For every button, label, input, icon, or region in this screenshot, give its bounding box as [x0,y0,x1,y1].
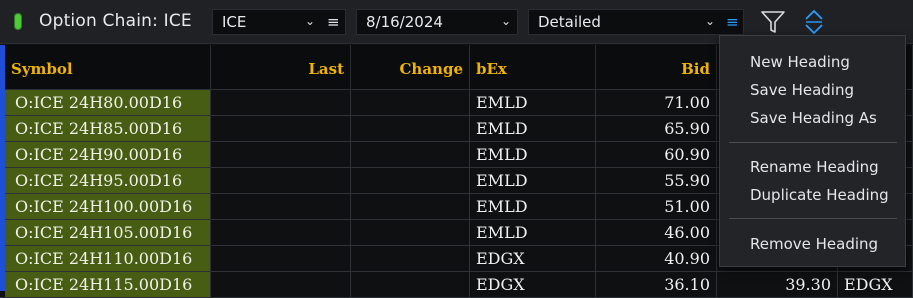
cell-symbol: O:ICE 24H85.00D16 [5,116,211,141]
cell-bid: 55.90 [596,168,717,193]
table-row[interactable]: O:ICE 24H115.00D16 EDGX 36.10 39.30 EDGX [0,272,913,298]
menu-item-remove-heading[interactable]: Remove Heading [750,235,878,253]
cell-bex: EMLD [470,220,596,245]
cell-change [351,194,470,219]
cell-last [211,272,351,297]
menu-divider [729,218,897,219]
cell-last [211,194,351,219]
heading-context-menu: New Heading Save Heading Save Heading As… [719,35,906,267]
cell-bex: EMLD [470,194,596,219]
cell-symbol: O:ICE 24H110.00D16 [5,246,211,271]
cell-bex: EDGX [470,272,596,297]
cell-bex: EDGX [470,246,596,271]
cell-ask: 39.30 [717,272,838,297]
cell-change [351,220,470,245]
menu-item-rename-heading[interactable]: Rename Heading [750,158,879,176]
menu-item-new-heading[interactable]: New Heading [750,53,850,71]
cell-symbol: O:ICE 24H95.00D16 [5,168,211,193]
cell-symbol: O:ICE 24H115.00D16 [5,272,211,297]
menu-lines-icon[interactable]: ≡ [327,13,340,31]
column-header-bex[interactable]: bEx [470,45,596,90]
cell-symbol: O:ICE 24H90.00D16 [5,142,211,167]
heading-menu-icon[interactable]: ≡ [726,13,739,31]
cell-bid: 36.10 [596,272,717,297]
cell-symbol: O:ICE 24H105.00D16 [5,220,211,245]
cell-last [211,168,351,193]
cell-change [351,246,470,271]
cell-symbol: O:ICE 24H80.00D16 [5,90,211,115]
menu-item-save-heading-as[interactable]: Save Heading As [750,109,877,127]
view-select-value: Detailed [538,13,601,31]
menu-divider [729,142,897,143]
column-header-change[interactable]: Change [351,45,470,90]
status-indicator [14,13,22,30]
column-header-symbol[interactable]: Symbol [5,45,211,90]
cell-change [351,272,470,297]
view-select[interactable]: Detailed ⌄ ≡ [528,9,744,35]
symbol-select-value: ICE [222,13,247,31]
cell-last [211,90,351,115]
cell-bid: 51.00 [596,194,717,219]
cell-bex: EMLD [470,142,596,167]
symbol-select[interactable]: ICE ⌄ ≡ [212,9,346,35]
column-header-bid[interactable]: Bid [596,45,717,90]
cell-bid: 46.00 [596,220,717,245]
cell-change [351,116,470,141]
cell-last [211,220,351,245]
window-title: Option Chain: ICE [39,11,192,31]
cell-bid: 60.90 [596,142,717,167]
cell-bid: 71.00 [596,90,717,115]
cell-last [211,142,351,167]
cell-last [211,116,351,141]
date-select-value: 8/16/2024 [366,13,443,31]
cell-bid: 40.90 [596,246,717,271]
menu-item-save-heading[interactable]: Save Heading [750,81,854,99]
selection-bar [0,45,5,291]
column-header-last[interactable]: Last [211,45,351,90]
cell-bex: EMLD [470,168,596,193]
chevron-down-icon: ⌄ [305,14,316,28]
cell-change [351,90,470,115]
cell-last [211,246,351,271]
date-select[interactable]: 8/16/2024 ⌄ [356,9,518,35]
cell-bex: EMLD [470,116,596,141]
filter-funnel-icon[interactable] [760,9,786,35]
cell-symbol: O:ICE 24H100.00D16 [5,194,211,219]
sort-up-down-icon[interactable] [803,8,825,36]
cell-change [351,142,470,167]
chevron-down-icon: ⌄ [705,14,716,28]
menu-item-duplicate-heading[interactable]: Duplicate Heading [750,186,889,204]
cell-change [351,168,470,193]
cell-bid: 65.90 [596,116,717,141]
cell-bex: EMLD [470,90,596,115]
option-chain-window: Option Chain: ICE ICE ⌄ ≡ 8/16/2024 ⌄ De… [0,0,913,298]
cell-aex: EDGX [838,272,913,297]
chevron-down-icon: ⌄ [501,14,512,28]
